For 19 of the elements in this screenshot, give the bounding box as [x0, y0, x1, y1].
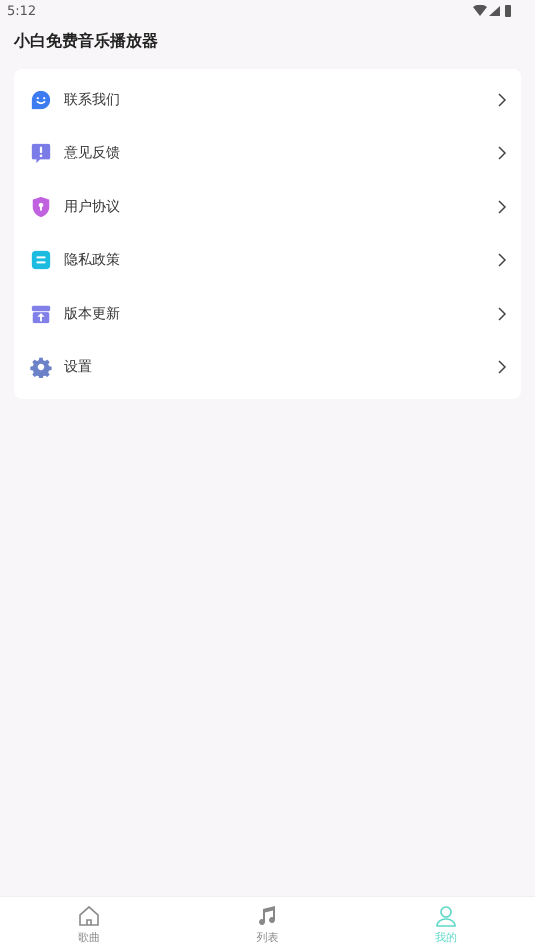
menu-item[interactable]: 设置 — [14, 340, 521, 394]
chevron-right-icon — [497, 360, 507, 374]
status-icons — [473, 5, 513, 17]
home-icon — [77, 904, 102, 928]
menu-item[interactable]: 意见反馈 — [14, 126, 521, 180]
tab[interactable]: 歌曲 — [0, 897, 178, 951]
status-time: 5:12 — [7, 4, 36, 18]
chevron-right-icon — [497, 306, 507, 321]
chevron-right-icon — [497, 146, 507, 160]
app-title: 小白免费音乐播放器 — [12, 30, 159, 52]
user-icon — [434, 904, 458, 928]
menu-item[interactable]: 联系我们 — [14, 73, 521, 126]
chevron-right-icon — [497, 253, 507, 268]
menu-item[interactable]: 用户协议 — [14, 180, 521, 234]
menu-item[interactable]: 隐私政策 — [14, 234, 521, 287]
tab[interactable]: 列表 — [178, 897, 357, 951]
chevron-right-icon — [497, 92, 507, 107]
chevron-right-icon — [497, 200, 507, 214]
menu-item[interactable]: 版本更新 — [14, 287, 521, 340]
